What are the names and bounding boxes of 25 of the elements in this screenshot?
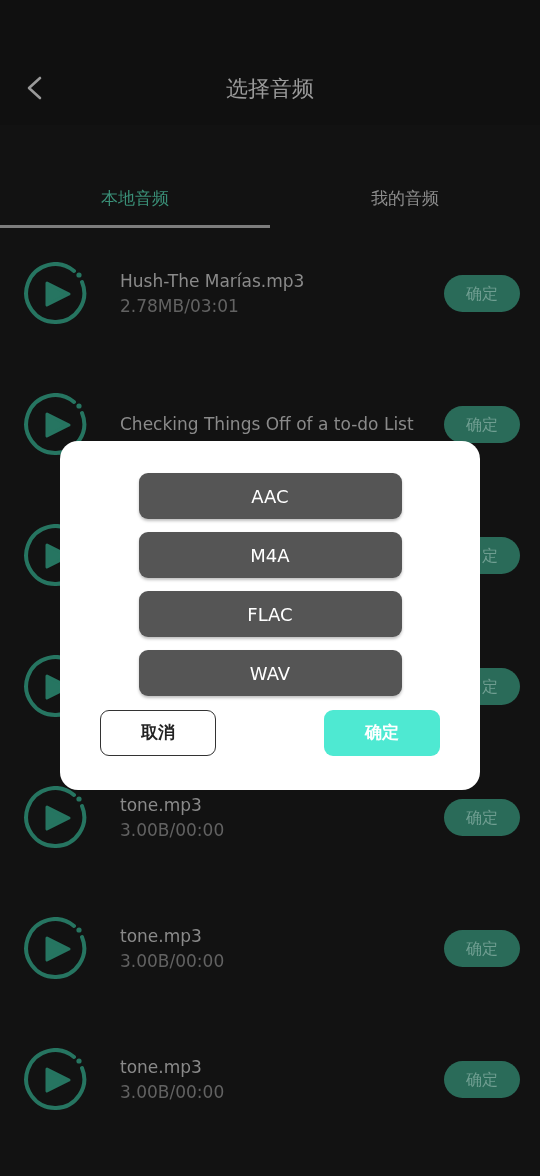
file-size-duration: 3.00B/00:00 xyxy=(120,818,226,842)
page-title: 选择音频 xyxy=(226,75,314,103)
file-name: Hush-The Marías.mp3 xyxy=(120,269,306,293)
file-name: Checking Things Off of a to-do List xyxy=(120,413,415,436)
file-size-duration: 2.78MB/03:01 xyxy=(120,294,240,318)
play-icon[interactable] xyxy=(24,392,88,457)
tab[interactable]: 本地音频 xyxy=(0,185,270,228)
play-icon[interactable] xyxy=(24,785,88,850)
file-name: tone.mp3 xyxy=(120,1055,203,1079)
confirm-button[interactable]: 确定 xyxy=(444,1061,520,1098)
format-option[interactable]: WAV xyxy=(138,650,402,696)
file-size-duration: 3.00B/00:00 xyxy=(120,949,226,973)
format-option[interactable]: AAC xyxy=(138,473,402,519)
confirm-button[interactable]: 确定 xyxy=(324,710,440,756)
format-option[interactable]: M4A xyxy=(138,532,402,578)
file-name: tone.mp3 xyxy=(120,924,203,948)
tab[interactable]: 我的音频 xyxy=(270,185,540,228)
cancel-button[interactable]: 取消 xyxy=(100,710,216,756)
confirm-button[interactable]: 确定 xyxy=(444,799,520,836)
confirm-button[interactable]: 确定 xyxy=(444,406,520,443)
file-size-duration: 3.00B/00:00 xyxy=(120,1080,226,1104)
file-name: tone.mp3 xyxy=(120,793,203,817)
confirm-button[interactable]: 确定 xyxy=(444,275,520,312)
confirm-button[interactable]: 确定 xyxy=(444,930,520,967)
format-option[interactable]: FLAC xyxy=(138,591,402,637)
